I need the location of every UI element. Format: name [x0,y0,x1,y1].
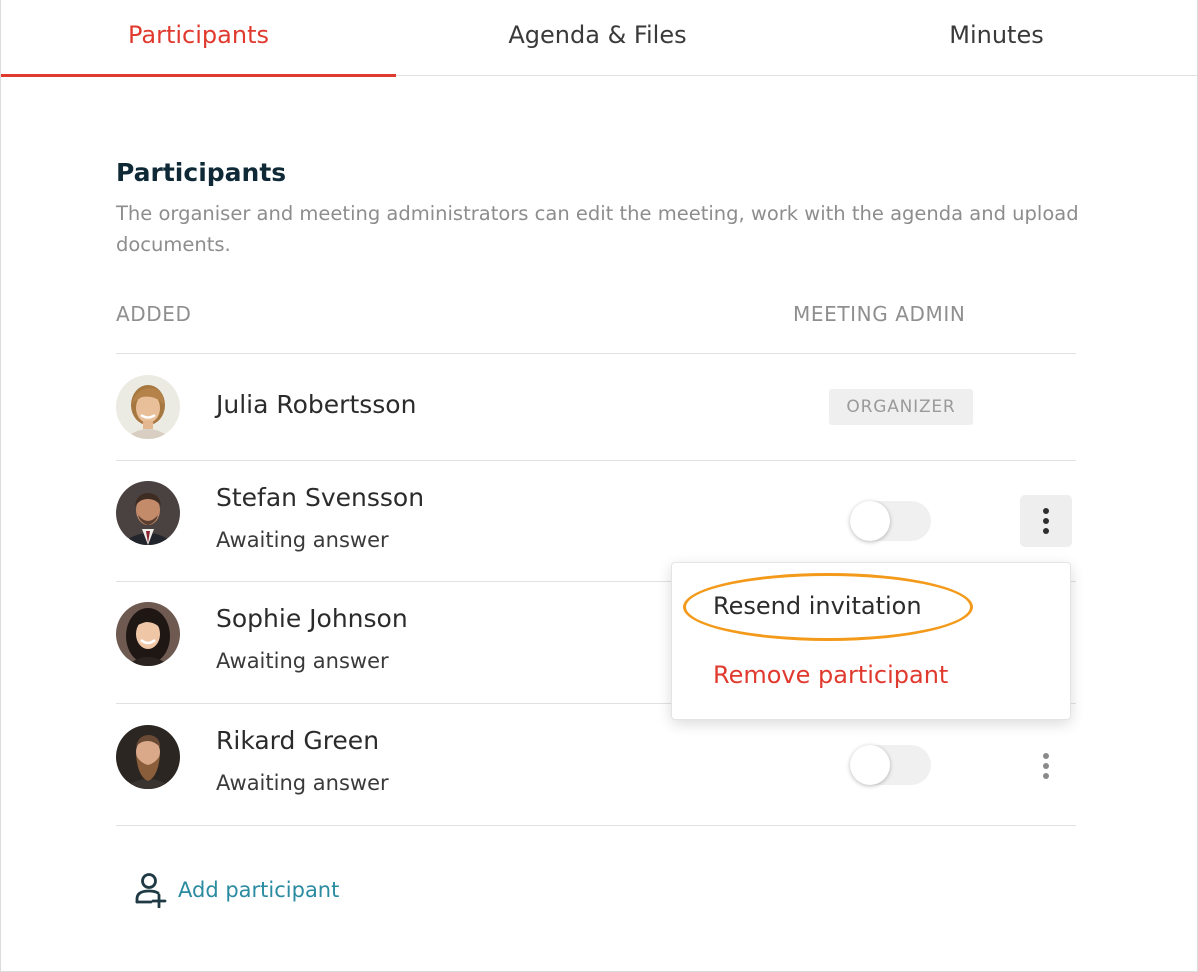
tab-minutes[interactable]: Minutes [799,0,1194,76]
tab-bar: Participants Agenda & Files Minutes [1,0,1197,77]
more-vertical-icon [1043,508,1049,534]
column-header-meeting-admin: MEETING ADMIN [793,302,966,326]
participant-row: Julia Robertsson ORGANIZER [116,354,1076,460]
add-person-icon [135,873,167,908]
avatar [116,481,180,545]
participant-context-menu: Resend invitation Remove participant [671,562,1071,720]
toggle-knob [850,501,890,541]
tab-participants[interactable]: Participants [1,0,396,77]
add-participant-button[interactable]: Add participant [134,872,339,908]
meeting-admin-toggle[interactable] [850,745,931,785]
divider [116,825,1076,826]
more-vertical-icon [1043,753,1049,779]
tab-agenda-files[interactable]: Agenda & Files [400,0,795,76]
participant-name: Julia Robertsson [216,390,417,419]
resend-invitation-menu-item[interactable]: Resend invitation [713,592,922,620]
participant-status: Awaiting answer [216,771,389,795]
participant-row: Rikard Green Awaiting answer [116,704,1076,825]
section-description: The organiser and meeting administrators… [116,202,1079,256]
participant-name: Sophie Johnson [216,604,408,633]
participant-status: Awaiting answer [216,649,389,673]
avatar [116,725,180,789]
column-header-added: ADDED [116,302,192,326]
more-options-button[interactable] [1020,740,1072,792]
meeting-admin-toggle[interactable] [850,501,931,541]
participant-name: Stefan Svensson [216,483,425,512]
more-options-button[interactable] [1020,495,1072,547]
avatar [116,602,180,666]
add-participant-label: Add participant [178,878,340,902]
organizer-badge: ORGANIZER [829,389,973,425]
toggle-knob [850,745,890,785]
section-title: Participants [116,158,287,187]
participant-name: Rikard Green [216,726,380,755]
participant-status: Awaiting answer [216,528,389,552]
avatar [116,375,180,439]
remove-participant-menu-item[interactable]: Remove participant [713,661,948,689]
